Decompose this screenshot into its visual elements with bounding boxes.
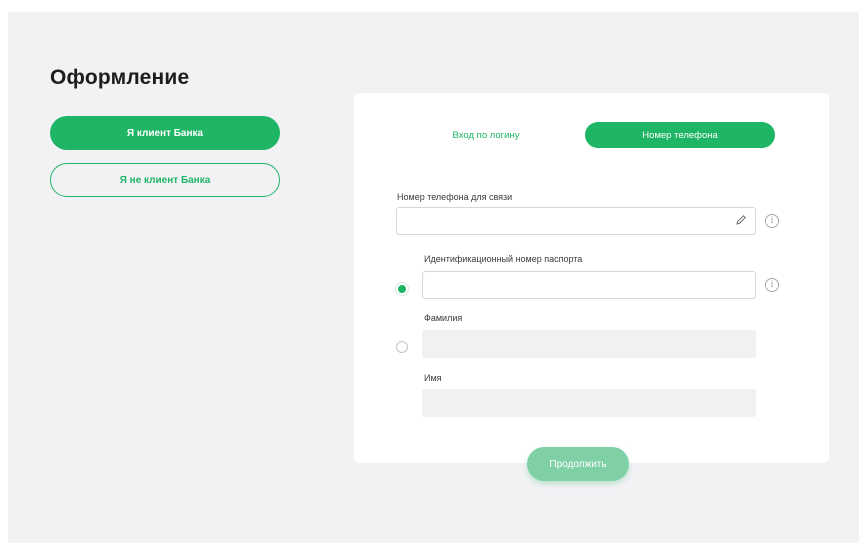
login-method-tabs: Вход по логину Номер телефона xyxy=(395,122,777,148)
name-field-label: Имя xyxy=(424,373,442,383)
phone-input[interactable] xyxy=(396,207,756,235)
surname-field-label: Фамилия xyxy=(424,313,463,323)
name-radio[interactable] xyxy=(396,341,408,353)
not-bank-client-button[interactable]: Я не клиент Банка xyxy=(50,163,280,197)
tab-phone[interactable]: Номер телефона xyxy=(585,122,775,148)
passport-field-label: Идентификационный номер паспорта xyxy=(424,254,583,264)
passport-input[interactable] xyxy=(422,271,756,299)
surname-input[interactable] xyxy=(422,330,756,358)
pencil-icon[interactable] xyxy=(735,214,747,226)
passport-info-icon[interactable]: i xyxy=(765,278,779,292)
tab-login[interactable]: Вход по логину xyxy=(399,122,573,148)
page-title: Оформление xyxy=(50,66,190,89)
phone-field-label: Номер телефона для связи xyxy=(397,192,513,202)
phone-info-icon[interactable]: i xyxy=(765,214,779,228)
name-input[interactable] xyxy=(422,389,756,417)
continue-button[interactable]: Продолжить xyxy=(527,447,629,481)
passport-radio[interactable] xyxy=(396,283,408,295)
bank-client-button[interactable]: Я клиент Банка xyxy=(50,116,280,150)
